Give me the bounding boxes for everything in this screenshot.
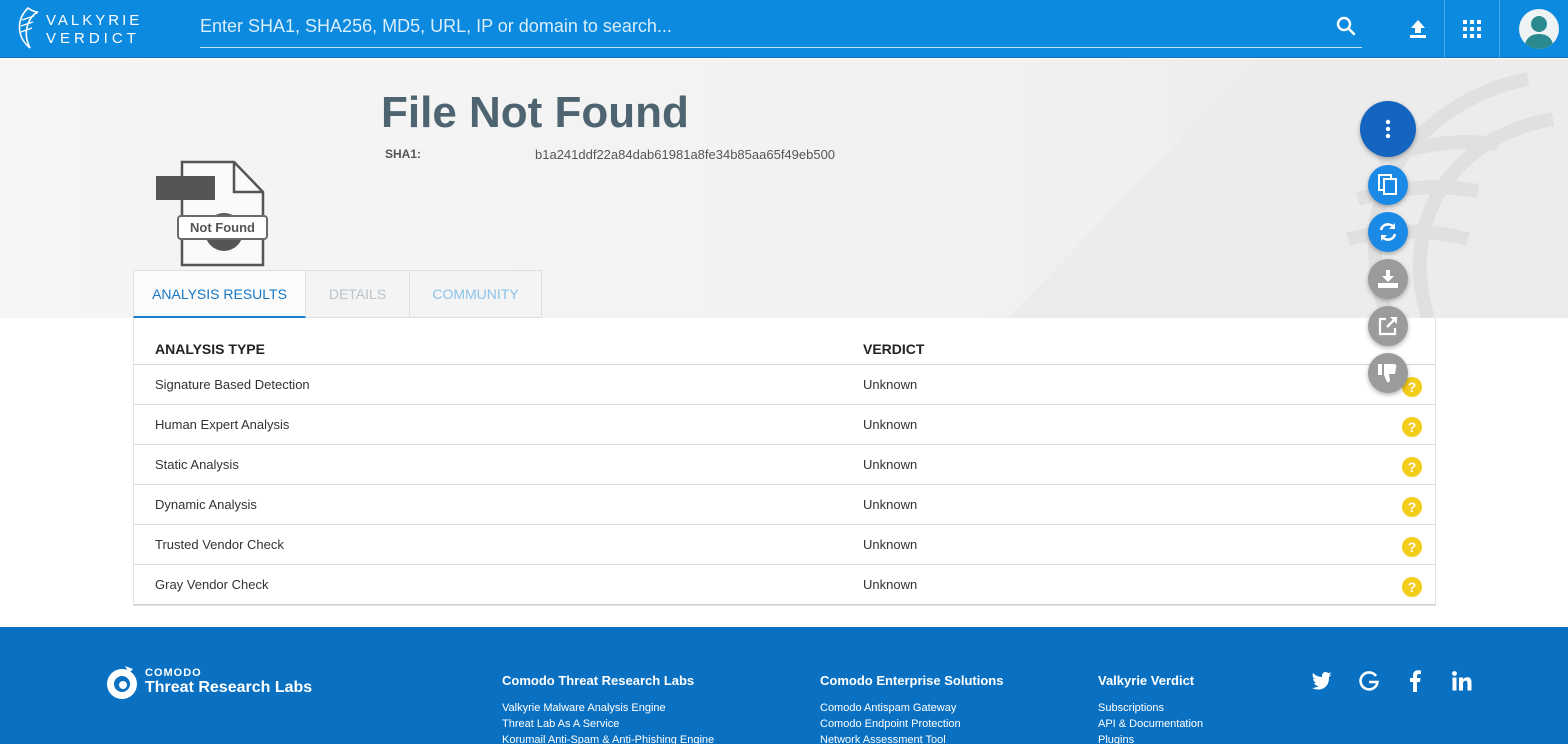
unknown-question-icon[interactable]: ?	[1402, 417, 1422, 437]
table-header: ANALYSIS TYPE VERDICT	[134, 318, 1435, 365]
twitter-icon	[1312, 672, 1332, 690]
copy-button[interactable]	[1368, 165, 1408, 205]
top-bar: VALKYRIE VERDICT	[0, 0, 1568, 58]
column-header-verdict: VERDICT	[863, 341, 925, 357]
thumbs-down-button[interactable]	[1368, 353, 1408, 393]
unknown-question-icon[interactable]: ?	[1402, 537, 1422, 557]
footer-column-title: Comodo Threat Research Labs	[502, 673, 695, 688]
footer-link[interactable]: Threat Lab As A Service	[502, 716, 714, 732]
footer-link[interactable]: Comodo Antispam Gateway	[820, 700, 1003, 716]
analysis-type-cell: Trusted Vendor Check	[155, 537, 284, 552]
table-row: Trusted Vendor Check Unknown ?	[134, 525, 1435, 565]
search-icon[interactable]	[1336, 16, 1356, 41]
linkedin-icon	[1452, 671, 1472, 691]
tab-details[interactable]: DETAILS	[306, 270, 410, 318]
sha1-label: SHA1:	[385, 147, 422, 161]
user-icon	[1524, 16, 1554, 49]
footer-link[interactable]: Plugins	[1098, 732, 1203, 744]
comodo-logo-icon	[107, 666, 137, 699]
search-input[interactable]	[200, 8, 1320, 44]
verdict-cell: Unknown	[863, 377, 918, 392]
verdict-cell: Unknown	[863, 457, 918, 472]
user-avatar-button[interactable]	[1510, 0, 1568, 58]
google-link[interactable]	[1357, 669, 1381, 693]
refresh-button[interactable]	[1368, 212, 1408, 252]
tab-community[interactable]: COMMUNITY	[410, 270, 542, 318]
facebook-icon	[1410, 670, 1421, 692]
copy-icon	[1378, 174, 1397, 195]
page-title: File Not Found	[381, 88, 689, 137]
verdict-cell: Unknown	[863, 537, 918, 552]
download-button[interactable]	[1368, 259, 1408, 299]
footer-logo-line1: COMODO	[145, 667, 202, 679]
footer-column-enterprise: Comodo Enterprise Solutions Comodo Antis…	[820, 673, 1003, 744]
upload-button[interactable]	[1390, 0, 1446, 58]
tab-analysis-results[interactable]: ANALYSIS RESULTS	[133, 270, 306, 318]
upload-icon	[1410, 20, 1426, 38]
footer-link[interactable]: Korumail Anti-Spam & Anti-Phishing Engin…	[502, 732, 714, 744]
analysis-type-cell: Gray Vendor Check	[155, 577, 269, 592]
footer-column-valkyrie: Valkyrie Verdict Subscriptions API & Doc…	[1098, 673, 1203, 744]
column-header-analysis-type: ANALYSIS TYPE	[155, 341, 265, 357]
valkyrie-verdict-logo[interactable]: VALKYRIE VERDICT	[12, 4, 142, 52]
more-actions-button[interactable]	[1360, 101, 1416, 157]
apps-grid-icon	[1463, 20, 1481, 38]
apps-menu-button[interactable]	[1444, 0, 1500, 58]
twitter-link[interactable]	[1310, 669, 1334, 693]
unknown-question-icon[interactable]: ?	[1402, 497, 1422, 517]
download-icon	[1378, 270, 1398, 288]
footer-column-title: Valkyrie Verdict	[1098, 673, 1195, 688]
footer-column-title: Comodo Enterprise Solutions	[820, 673, 1004, 688]
verdict-cell: Unknown	[863, 417, 918, 432]
file-not-found-icon	[156, 160, 265, 267]
footer-link[interactable]: API & Documentation	[1098, 716, 1203, 732]
analysis-type-cell: Dynamic Analysis	[155, 497, 257, 512]
unknown-question-icon[interactable]: ?	[1402, 577, 1422, 597]
refresh-icon	[1379, 223, 1397, 241]
footer-link[interactable]: Network Assessment Tool	[820, 732, 1003, 744]
search-bar	[200, 8, 1362, 48]
external-link-icon	[1378, 317, 1397, 336]
analysis-type-cell: Signature Based Detection	[155, 377, 310, 392]
thumbs-down-icon	[1378, 364, 1397, 383]
more-vert-icon	[1385, 119, 1391, 139]
facebook-link[interactable]	[1403, 669, 1427, 693]
table-row: Dynamic Analysis Unknown ?	[134, 485, 1435, 525]
logo-text-line2: VERDICT	[46, 30, 140, 47]
background-wing-decoration	[1008, 59, 1568, 318]
open-external-button[interactable]	[1368, 306, 1408, 346]
result-tabs: ANALYSIS RESULTS DETAILS COMMUNITY	[133, 270, 542, 318]
verdict-cell: Unknown	[863, 577, 918, 592]
footer-column-threat-labs: Comodo Threat Research Labs Valkyrie Mal…	[502, 673, 714, 744]
analysis-type-cell: Human Expert Analysis	[155, 417, 290, 432]
table-row: Static Analysis Unknown ?	[134, 445, 1435, 485]
comodo-footer-logo[interactable]: COMODO Threat Research Labs	[105, 665, 312, 706]
wing-logo-icon	[18, 6, 39, 49]
footer-logo-line2: Threat Research Labs	[145, 679, 313, 696]
logo-text-line1: VALKYRIE	[46, 12, 143, 29]
analysis-type-cell: Static Analysis	[155, 457, 239, 472]
avatar	[1519, 9, 1559, 49]
table-row: Signature Based Detection Unknown ?	[134, 365, 1435, 405]
google-icon	[1359, 671, 1379, 691]
sha1-value: b1a241ddf22a84dab61981a8fe34b85aa65f49eb…	[535, 147, 836, 162]
table-row: Gray Vendor Check Unknown ?	[134, 565, 1435, 605]
unknown-question-icon[interactable]: ?	[1402, 457, 1422, 477]
footer-link[interactable]: Subscriptions	[1098, 700, 1203, 716]
analysis-results-table: ANALYSIS TYPE VERDICT Signature Based De…	[133, 318, 1436, 606]
verdict-cell: Unknown	[863, 497, 918, 512]
table-row: Human Expert Analysis Unknown ?	[134, 405, 1435, 445]
footer-link[interactable]: Valkyrie Malware Analysis Engine	[502, 700, 714, 716]
linkedin-link[interactable]	[1450, 669, 1474, 693]
footer: COMODO Threat Research Labs Comodo Threa…	[0, 627, 1568, 744]
status-badge: Not Found	[177, 215, 268, 240]
footer-link[interactable]: Comodo Endpoint Protection	[820, 716, 1003, 732]
